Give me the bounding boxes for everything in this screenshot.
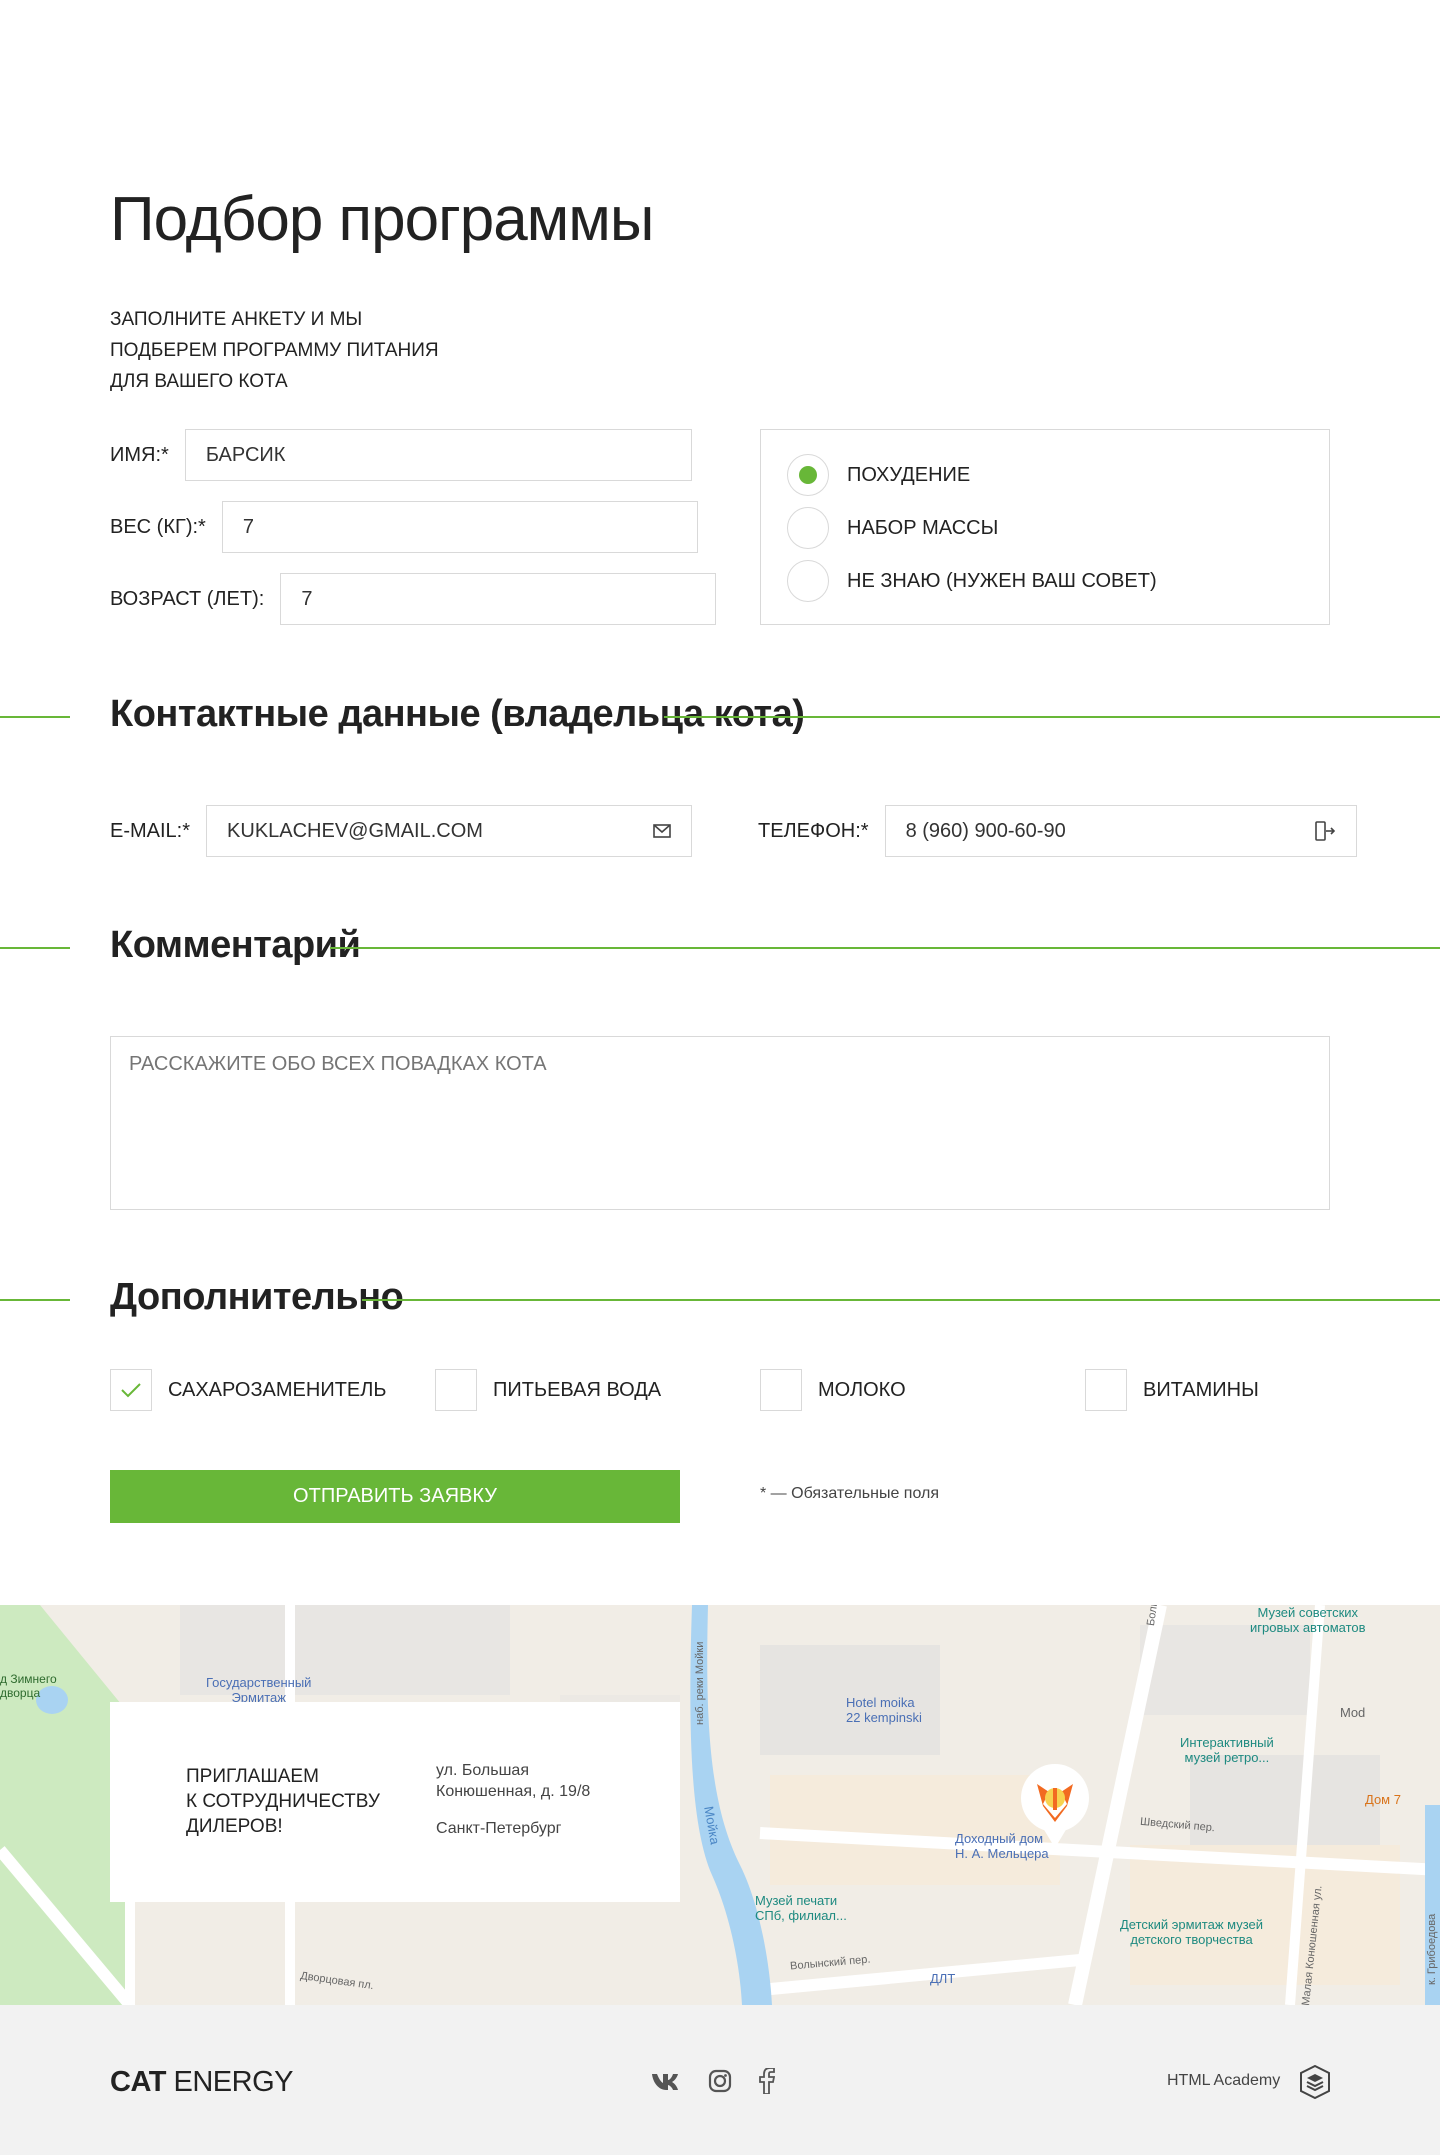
dealer-address: ул. Большая Конюшенная, д. 19/8 <box>436 1762 591 1800</box>
comment-section-title: Комментарий <box>110 924 361 966</box>
map-label-mod: Mod <box>1340 1705 1366 1720</box>
goal-option-lose-weight[interactable]: Похудение <box>787 454 970 496</box>
phone-input[interactable]: 8 (960) 900-60-90 <box>884 805 1357 857</box>
map-label-griboedova: к. Грибоедова <box>1426 1913 1438 1985</box>
name-label: Имя:* <box>110 443 169 466</box>
weight-input[interactable]: 7 <box>221 501 698 553</box>
dealer-invite-text: Приглашаем к сотрудничеству дилеров! <box>186 1766 380 1837</box>
map-label-reki-moiki: наб. реки Мойки <box>694 1641 706 1725</box>
option-milk[interactable]: Молоко <box>760 1369 906 1411</box>
radio-label: Похудение <box>847 463 971 486</box>
map-label-dom7: Дом 7 <box>1365 1792 1401 1807</box>
section-divider <box>0 1299 70 1301</box>
checkbox-label: Сахарозаменитель <box>168 1378 387 1401</box>
phone-label: Телефон:* <box>758 819 869 842</box>
checkbox[interactable] <box>435 1369 477 1411</box>
map-pin-icon[interactable] <box>1015 1760 1095 1850</box>
radio-button[interactable] <box>787 507 829 549</box>
email-label: E-mail:* <box>110 819 191 842</box>
facebook-icon[interactable] <box>751 2065 783 2097</box>
map-label-print-museum: Музей печати СПб, филиал... <box>755 1893 847 1923</box>
weight-field-row: Вес (кг):* 7 <box>110 501 698 553</box>
map-label-kids-hermitage: Детский эрмитаж музей детского творчеств… <box>1120 1917 1264 1947</box>
required-fields-note: * — Обязательные поля <box>760 1485 939 1502</box>
radio-button[interactable] <box>787 454 829 496</box>
form-intro: Заполните анкету и мы подберем программу… <box>110 309 439 392</box>
age-label: Возраст (лет): <box>110 587 265 610</box>
instagram-icon[interactable] <box>704 2065 736 2097</box>
dealer-card: Приглашаем к сотрудничеству дилеров! ул.… <box>110 1702 680 1902</box>
option-vitamins[interactable]: Витамины <box>1085 1369 1259 1411</box>
map-label-dlt: ДЛТ <box>930 1971 956 1986</box>
submit-button[interactable]: Отправить заявку <box>110 1470 680 1523</box>
phone-field-row: Телефон:* 8 (960) 900-60-90 <box>758 805 1357 857</box>
option-water[interactable]: Питьевая вода <box>435 1369 661 1411</box>
page-title: Подбор программы <box>110 185 654 254</box>
radio-label: Набор массы <box>847 516 999 539</box>
extra-section-title: Дополнительно <box>110 1276 404 1318</box>
option-sweetener[interactable]: Сахарозаменитель <box>110 1369 387 1411</box>
checkbox[interactable] <box>1085 1369 1127 1411</box>
checkbox-label: Витамины <box>1143 1378 1259 1401</box>
email-input[interactable]: kuklachev@gmail.com <box>206 805 693 857</box>
section-divider <box>330 947 1440 949</box>
section-divider <box>0 716 70 718</box>
map-label-hotel-moika: Hotel moika 22 kempinski <box>846 1695 922 1725</box>
name-input[interactable]: Барсик <box>184 429 692 481</box>
section-divider <box>0 947 70 949</box>
logo-bold: CAT <box>110 2066 166 2098</box>
map-label-arcade-museum: Музей советских игровых автоматов <box>1250 1605 1366 1635</box>
goal-radio-group: Похудение Набор массы Не знаю (нужен ваш… <box>760 429 1330 625</box>
map-label-hermitage: Государственный Эрмитаж <box>206 1675 312 1705</box>
section-divider <box>362 1299 1440 1301</box>
checkbox-label: Питьевая вода <box>493 1378 662 1401</box>
dealer-city: Санкт-Петербург <box>436 1820 562 1837</box>
map-label-winter-palace: д Зимнего дворца <box>0 1672 57 1700</box>
comment-textarea[interactable] <box>110 1036 1330 1210</box>
dealer-map[interactable]: д Зимнего дворца Государственный Эрмитаж… <box>0 1605 1440 2005</box>
academy-logo-icon[interactable] <box>1300 2064 1330 2100</box>
checkbox-label: Молоко <box>818 1378 906 1401</box>
goal-option-gain-mass[interactable]: Набор массы <box>787 507 998 549</box>
phone-icon <box>1314 820 1336 842</box>
section-divider <box>664 716 1440 718</box>
email-value: kuklachev@gmail.com <box>227 819 483 842</box>
checkbox[interactable] <box>110 1369 152 1411</box>
phone-value: 8 (960) 900-60-90 <box>905 819 1066 842</box>
email-field-row: E-mail:* kuklachev@gmail.com <box>110 805 693 857</box>
age-input[interactable]: 7 <box>280 573 717 625</box>
radio-button[interactable] <box>787 560 829 602</box>
checkmark-icon <box>121 1383 141 1398</box>
logo-rest: ENERGY <box>165 2066 294 2098</box>
mail-icon <box>653 824 671 838</box>
age-field-row: Возраст (лет): 7 <box>110 573 717 625</box>
weight-label: Вес (кг):* <box>110 515 206 538</box>
radio-label: Не знаю (нужен ваш совет) <box>847 569 1157 592</box>
radio-selected-dot <box>799 466 817 484</box>
academy-link-text[interactable]: HTML Academy <box>1167 2072 1280 2090</box>
goal-option-need-advice[interactable]: Не знаю (нужен ваш совет) <box>787 560 1157 602</box>
checkbox[interactable] <box>760 1369 802 1411</box>
vk-icon[interactable] <box>650 2065 682 2097</box>
map-label-interactive-museum: Интерактивный музей ретро... <box>1180 1735 1274 1765</box>
footer-logo[interactable]: CAT ENERGY <box>110 2066 293 2099</box>
footer: CAT ENERGY HTML Academy <box>0 2005 1440 2155</box>
contacts-section-title: Контактные данные (владельца кота) <box>110 693 805 735</box>
name-field-row: Имя:* Барсик <box>110 429 692 481</box>
